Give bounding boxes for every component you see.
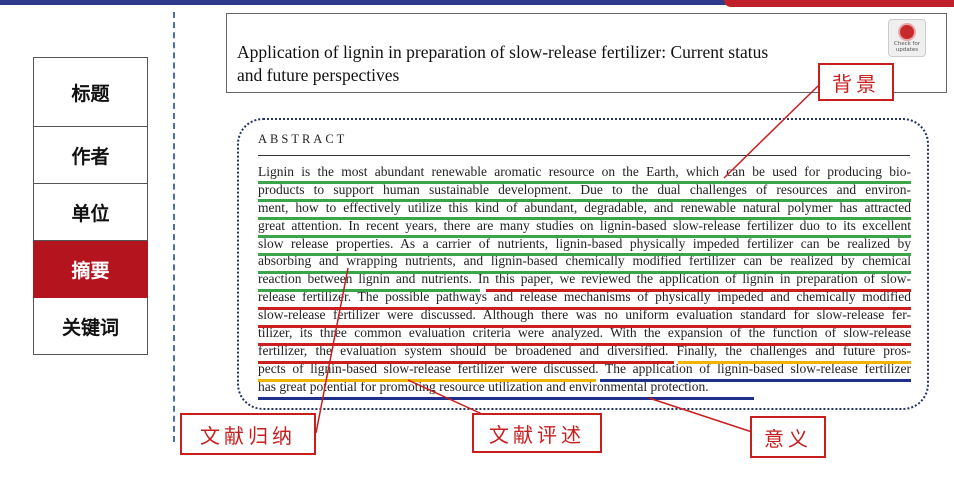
callout-background: 背景 — [818, 63, 894, 101]
callout-significance: 意义 — [750, 416, 826, 458]
callout-literature-review: 文献评述 — [472, 413, 602, 453]
callout-literature-summary: 文献归纳 — [180, 413, 316, 455]
connector-significance — [648, 397, 753, 433]
connector-summary — [315, 267, 349, 434]
connector-background — [723, 85, 819, 179]
